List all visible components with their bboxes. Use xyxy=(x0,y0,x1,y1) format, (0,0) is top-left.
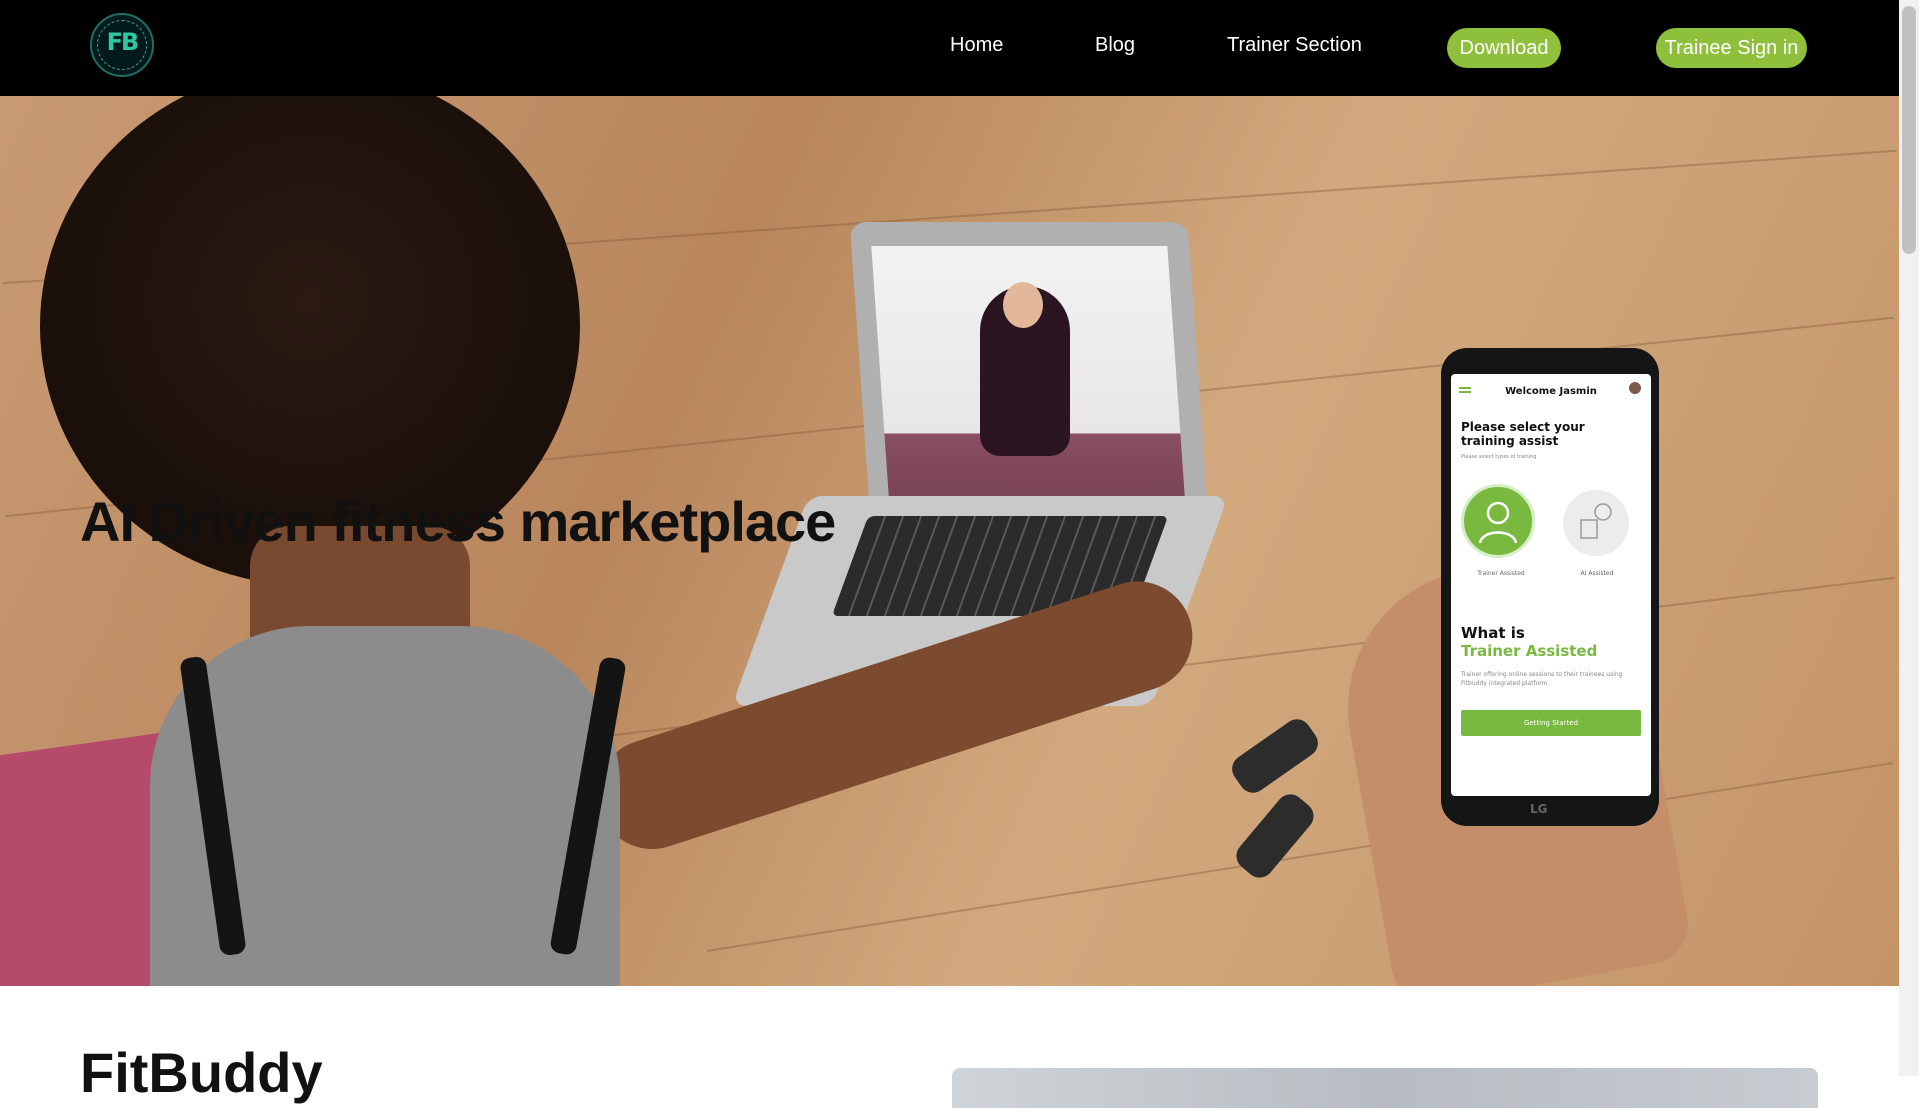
avatar xyxy=(1629,382,1641,394)
dumbbell xyxy=(1230,788,1320,884)
trainer-icon xyxy=(1478,501,1518,544)
trainee-sign-in-button[interactable]: Trainee Sign in xyxy=(1656,28,1807,68)
trainer-assisted-icon xyxy=(1461,484,1535,558)
hero-title: AI Driven fitness marketplace xyxy=(80,490,836,553)
phone-heading: Please select your training assist xyxy=(1461,420,1585,448)
ai-assisted-icon xyxy=(1563,490,1629,556)
phone-description: Trainer offering online sessions to thei… xyxy=(1461,671,1623,687)
trainer-assisted-label: Trainer Assisted xyxy=(1477,570,1525,577)
fitbuddy-logo-icon[interactable]: FB xyxy=(90,13,154,77)
section-image xyxy=(952,1068,1818,1108)
section-title: FitBuddy xyxy=(80,1041,323,1104)
phone-app-screen: Welcome Jasmin Please select your traini… xyxy=(1451,374,1651,796)
top-navigation-bar: FB Home Blog Trainer Section Download Tr… xyxy=(0,0,1899,96)
floor-plank-line xyxy=(707,762,1893,952)
phone-subtext: Please select types of training xyxy=(1461,454,1537,460)
ai-assisted-label: AI Assisted xyxy=(1580,570,1614,577)
nav-home-link[interactable]: Home xyxy=(950,34,1003,57)
phone-brand-logo: LG xyxy=(1530,802,1548,816)
robot-icon xyxy=(1580,503,1612,539)
nav-trainer-section-link[interactable]: Trainer Section xyxy=(1227,34,1362,57)
logo-mark: FB xyxy=(106,28,140,56)
what-is-highlight: Trainer Assisted xyxy=(1461,642,1598,660)
scrollbar-thumb[interactable] xyxy=(1902,6,1916,254)
nav-blog-link[interactable]: Blog xyxy=(1095,34,1135,57)
getting-started-button: Getting Started xyxy=(1461,710,1641,736)
what-is-heading: What is xyxy=(1461,624,1525,642)
phone-welcome-text: Welcome Jasmin xyxy=(1505,386,1597,397)
download-button[interactable]: Download xyxy=(1447,28,1561,68)
dumbbell xyxy=(1226,713,1324,799)
laptop-instructor-head xyxy=(1003,282,1043,328)
